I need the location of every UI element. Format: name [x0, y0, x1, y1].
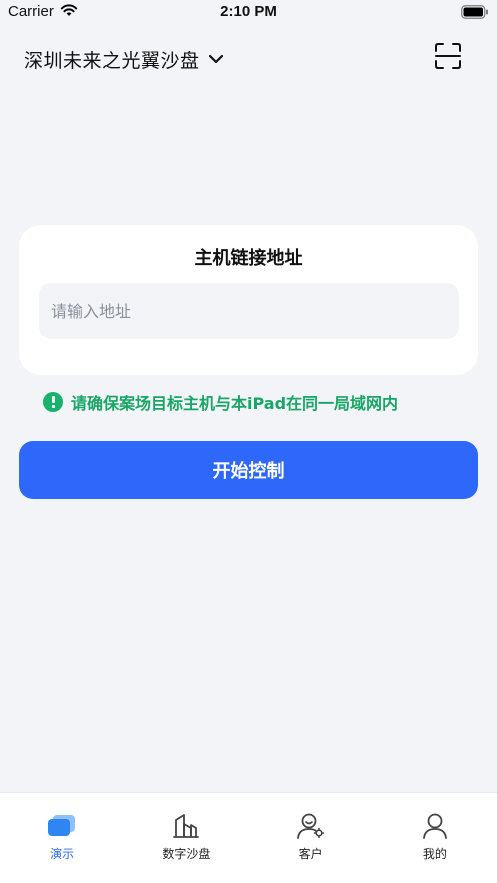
network-notice: 请确保案场目标主机与本iPad在同一局域网内 — [43, 391, 398, 413]
tab-digital-sandbox[interactable]: 数字沙盘 — [124, 793, 248, 883]
slides-icon — [47, 811, 77, 841]
tab-bar: 演示 数字沙盘 客户 我的 — [0, 792, 497, 883]
tab-label: 演示 — [50, 847, 75, 861]
status-bar: Carrier 2:10 PM — [0, 0, 497, 26]
card-title: 主机链接地址 — [194, 248, 303, 269]
status-time: 2:10 PM — [220, 3, 277, 20]
app-screen: Carrier 2:10 PM 深圳未来之光翼沙盘 主机链接地址 请输入地址 请… — [0, 0, 497, 883]
project-title: 深圳未来之光翼沙盘 — [24, 49, 200, 72]
profile-icon — [420, 811, 450, 841]
tab-label: 数字沙盘 — [162, 847, 211, 861]
start-control-button[interactable]: 开始控制 — [19, 441, 478, 499]
exclamation-circle-icon — [43, 392, 63, 412]
project-selector[interactable]: 深圳未来之光翼沙盘 — [24, 44, 224, 74]
scan-icon — [434, 42, 462, 74]
tab-label: 我的 — [422, 847, 447, 861]
scan-button[interactable] — [432, 42, 464, 74]
tab-demo[interactable]: 演示 — [0, 793, 124, 883]
customer-icon — [296, 811, 326, 841]
address-input[interactable] — [39, 283, 459, 339]
battery-icon — [461, 5, 489, 23]
host-address-card: 主机链接地址 — [19, 225, 478, 375]
chevron-down-icon — [208, 54, 224, 64]
tab-label: 客户 — [298, 847, 323, 861]
tab-customers[interactable]: 客户 — [249, 793, 373, 883]
tab-profile[interactable]: 我的 — [373, 793, 497, 883]
notice-text: 请确保案场目标主机与本iPad在同一局域网内 — [71, 394, 399, 413]
building-icon — [171, 811, 201, 841]
